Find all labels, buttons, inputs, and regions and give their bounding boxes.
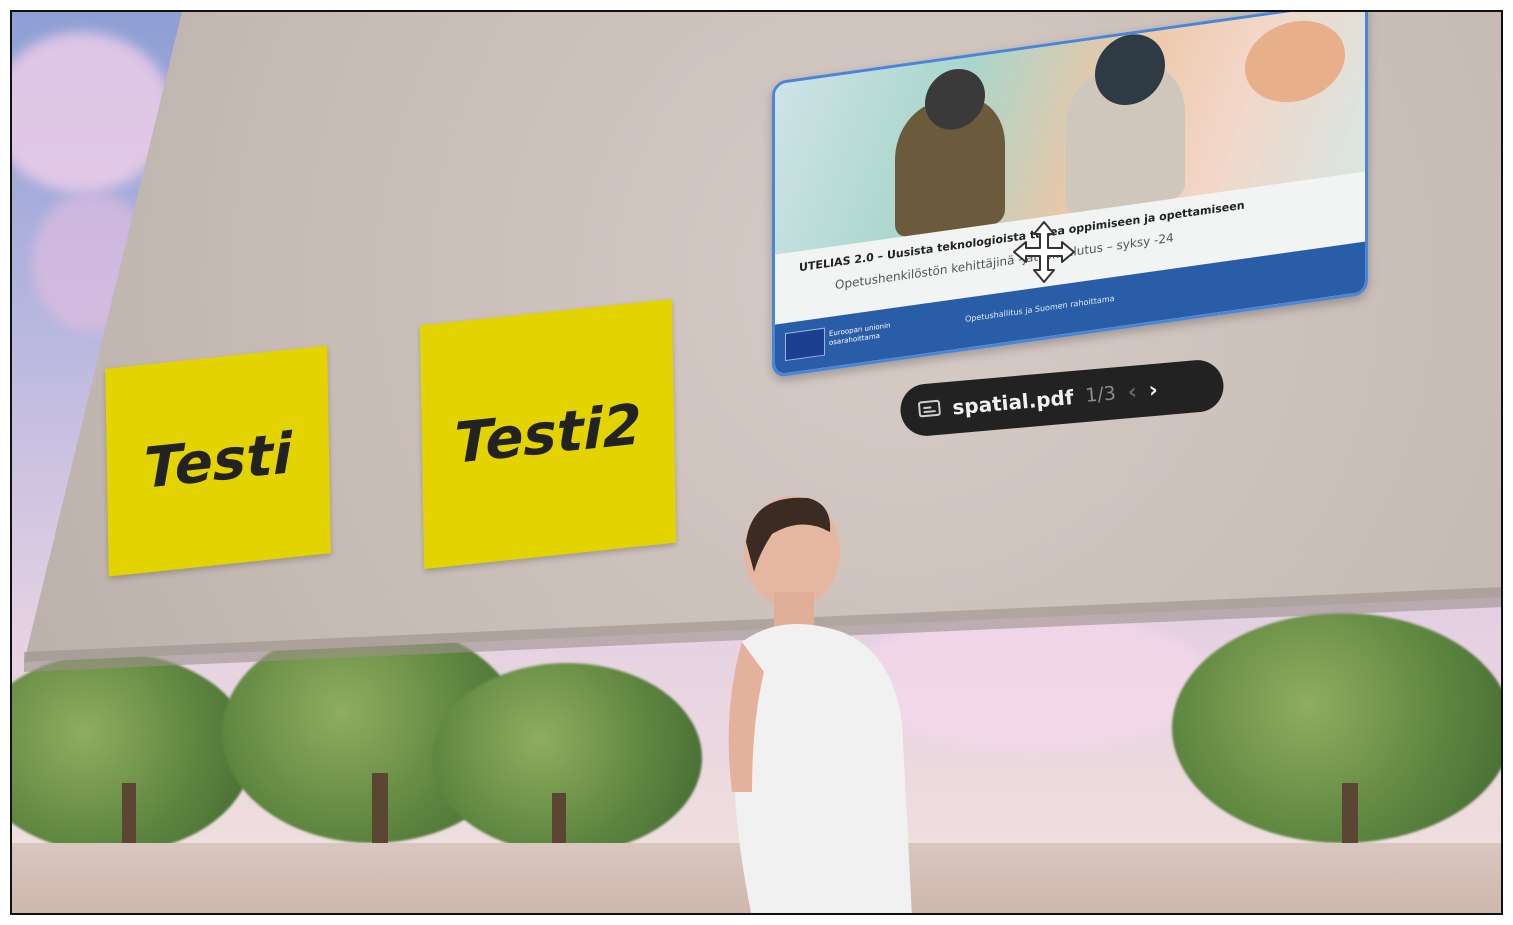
next-page-button[interactable]: › (1148, 377, 1159, 403)
pdf-footer-text: Opetushallitus ja Suomen rahoittama (965, 293, 1115, 324)
sticky-note[interactable]: Testi (105, 345, 331, 577)
sticky-note-text: Testi2 (453, 391, 643, 477)
prev-page-button[interactable]: ‹ (1127, 379, 1138, 405)
user-avatar (728, 496, 912, 913)
scene-viewport[interactable]: Testi Testi2 UTELIAS 2.0 – Uusista tekno… (10, 10, 1503, 915)
page-indicator: 1/3 (1084, 382, 1117, 407)
sticky-note-text: Testi (143, 420, 293, 502)
sticky-note[interactable]: Testi2 (419, 298, 677, 570)
move-arrows-icon[interactable] (1012, 220, 1076, 284)
eu-logo-text: Euroopan unionin osarahoittama (829, 321, 891, 347)
eu-flag-logo (785, 327, 825, 362)
presentation-icon (918, 399, 941, 418)
pdf-file-name: spatial.pdf (951, 385, 1075, 420)
